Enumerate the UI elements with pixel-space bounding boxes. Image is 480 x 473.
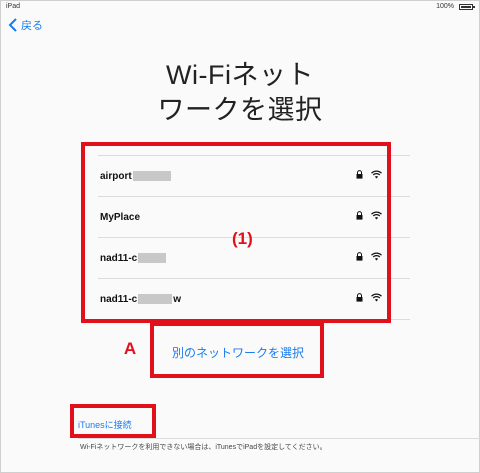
page-title-line-1: Wi-Fiネット bbox=[166, 60, 314, 90]
device-label: iPad bbox=[6, 3, 21, 10]
annotation-label-1: (1) bbox=[232, 229, 253, 248]
chevron-left-icon bbox=[8, 18, 17, 32]
battery-icon bbox=[459, 4, 475, 10]
annotation-label-a: A bbox=[124, 340, 136, 356]
svg-text:A: A bbox=[124, 340, 136, 356]
page-title: Wi-Fiネット ワークを選択 bbox=[0, 58, 480, 128]
status-bar: iPad 100% bbox=[0, 0, 480, 14]
itunes-note: Wi-Fiネットワークを利用できない場合は、iTunesでiPadを設定してくだ… bbox=[80, 444, 327, 451]
page-title-line-2: ワークを選択 bbox=[157, 95, 323, 125]
battery-percent: 100% bbox=[436, 3, 454, 10]
back-label: 戻る bbox=[21, 20, 43, 32]
itunes-connect-link[interactable]: iTunesに接続 bbox=[78, 418, 132, 431]
divider bbox=[78, 438, 480, 439]
other-network-button[interactable]: 別のネットワークを選択 bbox=[158, 344, 318, 361]
back-button[interactable]: 戻る bbox=[8, 16, 43, 34]
